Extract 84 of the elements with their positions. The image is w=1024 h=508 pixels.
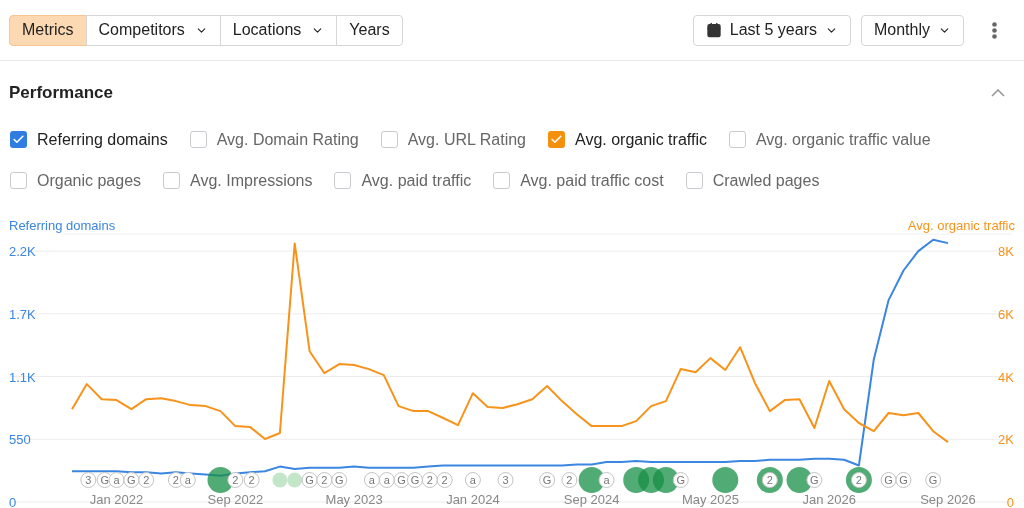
- y-tick-label: 0: [1006, 495, 1014, 508]
- event-marker[interactable]: G: [331, 472, 348, 488]
- metric-label: Avg. URL Rating: [407, 129, 526, 150]
- y-tick-label: 4K: [998, 369, 1014, 385]
- y-tick-label: 1.1K: [9, 369, 36, 385]
- y-tick-label: 0: [9, 495, 17, 508]
- event-marker[interactable]: 3: [497, 472, 514, 488]
- y-tick-label: 2.2K: [9, 244, 36, 260]
- event-marker[interactable]: a: [378, 472, 395, 488]
- more-icon: [992, 21, 997, 39]
- event-marker[interactable]: G: [123, 472, 140, 488]
- checkbox[interactable]: [10, 172, 27, 189]
- event-marker[interactable]: 2: [243, 472, 260, 488]
- event-dot[interactable]: [272, 472, 288, 488]
- left-axis-title: Referring domains: [9, 216, 116, 235]
- y-tick-label: 1.7K: [9, 306, 36, 322]
- event-marker[interactable]: G: [407, 472, 423, 488]
- event-marker[interactable]: 2: [561, 472, 578, 488]
- event-marker[interactable]: a: [108, 472, 125, 488]
- checkbox[interactable]: [10, 131, 27, 148]
- x-tick-label: Sep 2024: [563, 492, 620, 507]
- event-marker[interactable]: G: [672, 472, 689, 488]
- event-marker[interactable]: a: [179, 472, 196, 488]
- checkbox[interactable]: [493, 172, 511, 189]
- filter-tab[interactable]: Metrics: [9, 14, 87, 46]
- event-marker[interactable]: G: [806, 472, 823, 488]
- x-tick-label: Jan 2026: [802, 492, 856, 507]
- metric-label: Referring domains: [37, 129, 168, 150]
- event-dot[interactable]: [712, 467, 739, 493]
- check-icon: [12, 133, 25, 146]
- collapse-button[interactable]: [989, 86, 1007, 99]
- filter-tab[interactable]: Competitors: [85, 14, 221, 46]
- event-dot[interactable]: [652, 467, 679, 493]
- chevron-up-icon: [991, 88, 1005, 97]
- event-marker[interactable]: a: [363, 472, 380, 488]
- filter-tab[interactable]: Locations: [219, 14, 338, 46]
- event-marker[interactable]: G: [301, 472, 318, 488]
- metric-label: Avg. paid traffic: [361, 170, 472, 191]
- event-marker[interactable]: 2: [761, 472, 778, 488]
- event-marker[interactable]: 2: [421, 472, 438, 488]
- metric-label: Avg. paid traffic cost: [520, 170, 664, 191]
- event-marker[interactable]: G: [880, 472, 897, 488]
- event-marker[interactable]: 2: [138, 472, 155, 488]
- event-marker[interactable]: 2: [227, 472, 244, 488]
- event-marker[interactable]: a: [464, 472, 481, 488]
- x-tick-label: Sep 2026: [920, 492, 976, 507]
- event-dot[interactable]: [287, 472, 303, 488]
- event-marker[interactable]: G: [539, 472, 556, 488]
- checkbox[interactable]: [189, 131, 207, 148]
- event-marker[interactable]: G: [925, 472, 942, 488]
- x-tick-label: Jan 2022: [89, 492, 144, 507]
- right-axis-title: Avg. organic traffic: [907, 216, 1015, 235]
- checkbox[interactable]: [163, 172, 181, 189]
- metric-label: Organic pages: [37, 170, 142, 191]
- filter-tab[interactable]: Years: [336, 14, 403, 46]
- checkbox[interactable]: [380, 131, 398, 148]
- x-tick-label: Sep 2022: [207, 492, 264, 507]
- checkbox[interactable]: [728, 131, 746, 148]
- x-tick-label: May 2023: [325, 492, 383, 507]
- event-marker[interactable]: a: [598, 472, 615, 488]
- checkbox[interactable]: [685, 172, 703, 189]
- event-marker[interactable]: 3: [80, 472, 97, 488]
- x-tick-label: Jan 2024: [446, 492, 500, 507]
- x-tick-label: May 2025: [681, 492, 739, 507]
- y-tick-label: 550: [9, 432, 31, 448]
- y-tick-label: 8K: [998, 244, 1014, 260]
- checkbox[interactable]: [548, 131, 565, 148]
- y-tick-label: 2K: [998, 432, 1014, 448]
- event-marker[interactable]: 2: [850, 472, 867, 488]
- y-tick-label: 6K: [998, 306, 1014, 322]
- metric-label: Avg. Domain Rating: [216, 129, 359, 150]
- checkbox[interactable]: [334, 172, 352, 189]
- section-title: Performance: [9, 82, 113, 104]
- check-icon: [550, 133, 563, 146]
- metric-label: Avg. organic traffic: [575, 129, 707, 150]
- metric-label: Avg. organic traffic value: [755, 129, 931, 150]
- interval-dropdown[interactable]: Monthly: [860, 14, 964, 46]
- event-marker[interactable]: G: [895, 472, 912, 488]
- metric-label: Avg. Impressions: [190, 170, 313, 191]
- period-dropdown[interactable]: Last 5 years: [692, 14, 851, 46]
- metric-label: Crawled pages: [712, 170, 820, 191]
- calendar-icon: [705, 22, 722, 38]
- event-marker[interactable]: 2: [436, 472, 453, 488]
- event-marker[interactable]: 2: [316, 472, 333, 488]
